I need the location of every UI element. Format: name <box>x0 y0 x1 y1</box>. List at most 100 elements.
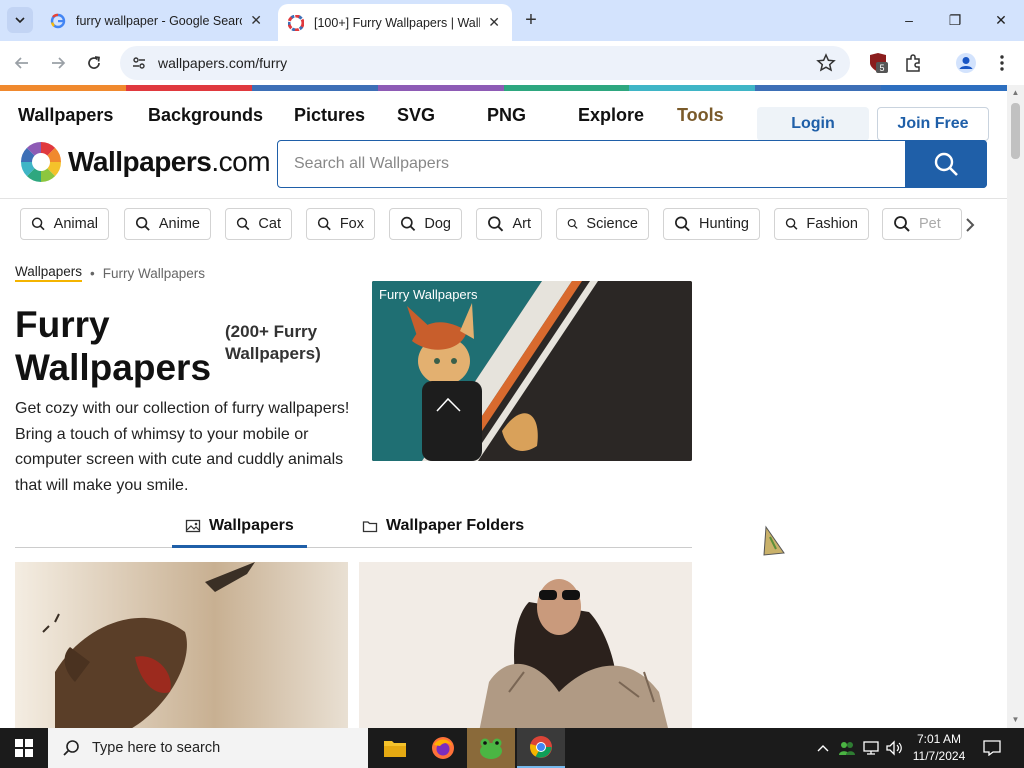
chip-art[interactable]: Art <box>476 208 542 240</box>
volume-tray-icon[interactable] <box>883 728 905 768</box>
nav-explore[interactable]: Explore <box>578 105 644 126</box>
tab-search-button[interactable] <box>7 7 33 33</box>
tab-title: furry wallpaper - Google Search <box>76 13 243 28</box>
chip-anime[interactable]: Anime <box>124 208 211 240</box>
breadcrumb-current: Furry Wallpapers <box>102 265 206 281</box>
taskbar-clock[interactable]: 7:01 AM 11/7/2024 <box>905 731 973 765</box>
chip-dog[interactable]: Dog <box>389 208 462 240</box>
wallpaper-count: (200+ Furry Wallpapers) <box>225 322 321 363</box>
nav-png[interactable]: PNG <box>487 105 526 126</box>
extension-shield-icon[interactable]: 5 <box>866 51 890 75</box>
brand-color-bar <box>0 85 1007 91</box>
color-stripe <box>251 85 378 91</box>
scroll-up-icon[interactable]: ▲ <box>1011 88 1020 97</box>
chip-label: Cat <box>258 216 281 232</box>
web-page: Wallpapers Backgrounds Pictures SVG PNG … <box>0 85 1007 728</box>
tab-wallpapers[interactable]: Wallpapers <box>185 517 294 535</box>
search-icon <box>317 217 331 231</box>
breadcrumb-separator: • <box>90 265 95 281</box>
fashion-portrait-illustration <box>359 562 692 728</box>
search-button[interactable] <box>905 139 987 188</box>
extensions-puzzle-icon[interactable] <box>901 51 925 75</box>
site-info-icon[interactable] <box>124 48 154 78</box>
file-explorer-button[interactable] <box>371 728 419 768</box>
volume-icon <box>886 740 902 756</box>
tab-wallpaper-folders[interactable]: Wallpaper Folders <box>362 517 524 535</box>
join-free-button[interactable]: Join Free <box>877 107 989 141</box>
nav-backgrounds[interactable]: Backgrounds <box>148 105 263 126</box>
start-button[interactable] <box>0 728 48 768</box>
hero-image[interactable]: Furry Wallpapers <box>372 281 692 461</box>
tab-label: Wallpapers <box>209 517 294 534</box>
browser-toolbar: wallpapers.com/furry 5 <box>0 41 1024 85</box>
chip-fox[interactable]: Fox <box>306 208 375 240</box>
minimize-button[interactable]: – <box>886 0 932 40</box>
chrome-button[interactable] <box>517 728 565 768</box>
frog-app-button[interactable] <box>467 728 515 768</box>
tab-furry-wallpapers[interactable]: [100+] Furry Wallpapers | Wallpapers.com… <box>278 4 512 41</box>
chip-science[interactable]: Science <box>556 208 649 240</box>
firefox-button[interactable] <box>419 728 467 768</box>
content-tabs: Wallpapers Wallpaper Folders <box>15 511 692 548</box>
address-bar[interactable]: wallpapers.com/furry <box>120 46 850 80</box>
close-window-button[interactable]: ✕ <box>978 0 1024 40</box>
forward-button[interactable] <box>44 49 72 77</box>
menu-kebab-icon[interactable] <box>990 51 1014 75</box>
taskbar-search-box[interactable]: Type here to search <box>48 728 368 768</box>
taskbar-search-placeholder: Type here to search <box>92 740 221 756</box>
color-stripe <box>503 85 630 91</box>
arrow-right-icon <box>52 57 66 69</box>
bookmark-star-icon[interactable] <box>816 53 836 73</box>
hero-label: Furry Wallpapers <box>379 287 478 302</box>
chip-cat[interactable]: Cat <box>225 208 292 240</box>
login-button[interactable]: Login <box>757 107 869 141</box>
color-stripe <box>0 85 126 91</box>
page-description: Get cozy with our collection of furry wa… <box>15 400 350 494</box>
furry-character-illustration <box>372 281 692 461</box>
wallpaper-thumbnail[interactable] <box>15 562 348 728</box>
restore-button[interactable]: ❐ <box>932 0 978 40</box>
breadcrumb-home-link[interactable]: Wallpapers <box>15 264 83 282</box>
back-button[interactable] <box>8 49 36 77</box>
category-chips: Animal Anime Cat Fox Dog Art Science Hun… <box>20 208 970 240</box>
site-logo[interactable]: Wallpapers.com <box>20 140 271 184</box>
search-icon <box>236 217 250 231</box>
color-stripe <box>629 85 756 91</box>
chip-hunting[interactable]: Hunting <box>663 208 760 240</box>
search-icon <box>675 216 690 232</box>
network-tray-icon[interactable] <box>860 728 882 768</box>
nav-pictures[interactable]: Pictures <box>294 105 365 126</box>
nav-wallpapers[interactable]: Wallpapers <box>18 105 113 126</box>
tab-google-search[interactable]: furry wallpaper - Google Search ✕ <box>40 4 274 37</box>
search-icon <box>31 217 45 231</box>
scroll-down-icon[interactable]: ▼ <box>1011 715 1020 724</box>
chip-label: Fox <box>339 216 364 232</box>
page-title: Furry Wallpapers <box>15 304 212 388</box>
people-tray-icon[interactable] <box>836 728 858 768</box>
scroll-thumb[interactable] <box>1011 103 1020 159</box>
chip-animal[interactable]: Animal <box>20 208 109 240</box>
close-tab-icon[interactable]: ✕ <box>248 12 264 29</box>
chips-next-button[interactable] <box>958 213 982 237</box>
notifications-button[interactable] <box>979 728 1005 768</box>
chrome-icon <box>530 736 552 758</box>
profile-avatar-icon[interactable] <box>954 51 978 75</box>
search-input[interactable] <box>278 141 905 187</box>
color-stripe <box>377 85 504 91</box>
new-tab-button[interactable]: + <box>519 8 543 32</box>
google-icon <box>50 13 66 28</box>
browser-tab-strip: furry wallpaper - Google Search ✕ [100+]… <box>0 0 1024 41</box>
wallpaper-thumbnail[interactable] <box>359 562 692 728</box>
chip-label: Science <box>586 216 638 232</box>
nav-svg[interactable]: SVG <box>397 105 435 126</box>
chip-fashion[interactable]: Fashion <box>774 208 869 240</box>
clock-time: 7:01 AM <box>916 732 962 746</box>
show-hidden-icons-button[interactable] <box>814 728 832 768</box>
page-scrollbar[interactable]: ▲ ▼ <box>1007 85 1024 728</box>
network-icon <box>863 741 879 755</box>
reload-button[interactable] <box>80 49 108 77</box>
close-tab-icon[interactable]: ✕ <box>486 14 502 31</box>
chip-pet[interactable]: Pet <box>882 208 962 240</box>
nav-tools[interactable]: Tools <box>677 105 724 126</box>
image-icon <box>185 519 201 533</box>
